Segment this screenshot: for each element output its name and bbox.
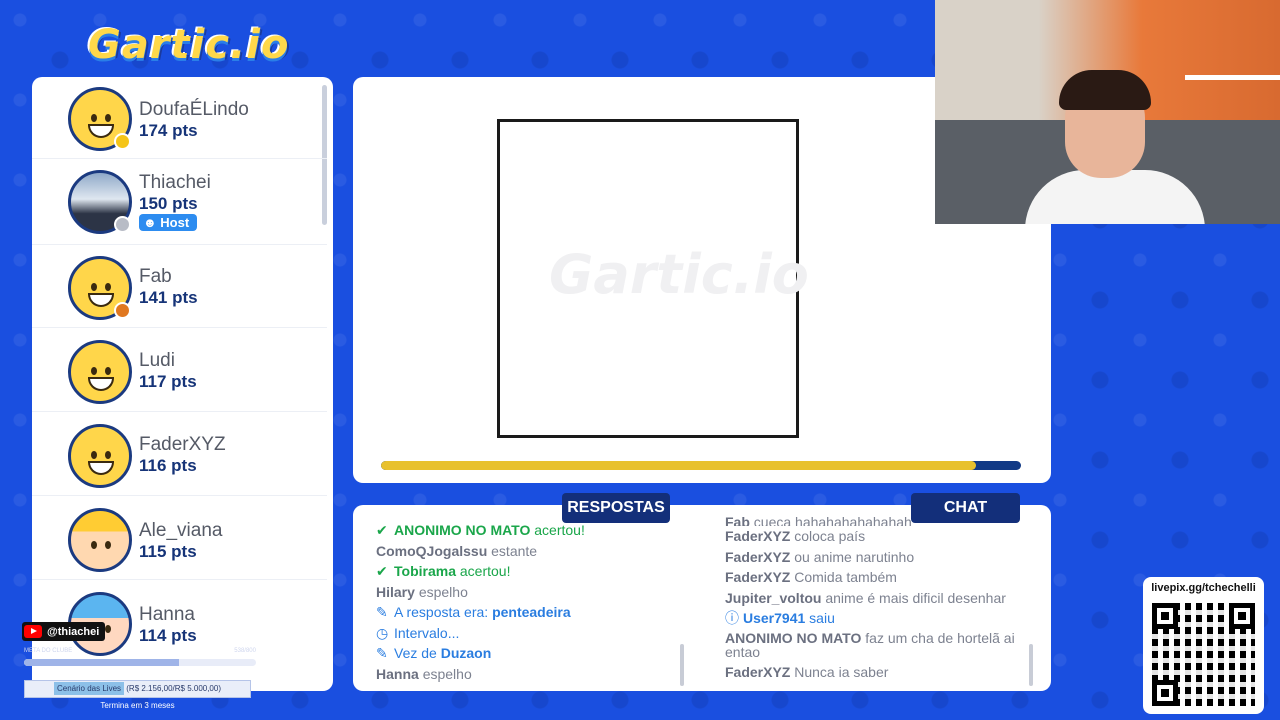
player-item[interactable]: DoufaÉLindo 174 pts (32, 77, 327, 159)
qr-code (1152, 603, 1255, 706)
webcam-feed (935, 0, 1280, 224)
youtube-handle-badge: @thiachei (22, 622, 106, 641)
answers-scrollbar[interactable] (680, 644, 684, 686)
check-icon: ✔ (376, 563, 388, 579)
pencil-icon: ✎ (376, 645, 388, 661)
player-name: Ale_viana (139, 520, 223, 541)
info-icon: ⓘ (725, 610, 739, 626)
chat-scrollbar[interactable] (1029, 644, 1033, 686)
status-dot (114, 133, 131, 150)
goal-value: (R$ 2.156,00/R$ 5.000,00) (126, 684, 221, 693)
player-points: 115 pts (139, 542, 197, 561)
chat-list: Fab cueca hahahahahahahah FaderXYZ coloc… (725, 514, 1025, 682)
livepix-qr-box: livepix.gg/tchechelli (1143, 577, 1264, 714)
list-item: FaderXYZ Comida também (725, 569, 897, 585)
player-points: 141 pts (139, 288, 198, 307)
player-points: 114 pts (139, 626, 197, 645)
player-name: FaderXYZ (139, 434, 226, 455)
list-item: ✔ ANONIMO NO MATO acertou! (376, 520, 676, 541)
list-item: ✔ Tobirama acertou! (376, 561, 676, 582)
clock-icon: ◷ (376, 624, 389, 641)
avatar (68, 508, 132, 572)
player-points: 117 pts (139, 372, 197, 391)
list-item: Jupiter_voltou anime é mais dificil dese… (725, 589, 1006, 606)
host-badge: ☻ Host (139, 214, 198, 231)
player-points: 150 pts (139, 194, 198, 213)
round-timer-fill (381, 461, 977, 470)
status-dot (114, 302, 131, 319)
pencil-icon: ✎ (376, 604, 388, 620)
canvas-watermark: Gartic.io (549, 243, 809, 306)
goal-meta-bar (24, 659, 256, 666)
list-item: Hanna espelho (376, 665, 472, 682)
list-item: FaderXYZ Nunca ia saber (725, 663, 889, 680)
list-item: ✎ A resposta era: penteadeira (376, 602, 676, 623)
list-item: ⓘ User7941 saiu (725, 608, 1025, 629)
list-item: ✎ Vez de Duzaon (376, 643, 676, 664)
donation-goal: Cenário das Lives (R$ 2.156,00/R$ 5.000,… (24, 680, 251, 698)
player-item[interactable]: Fab 141 pts (32, 246, 327, 328)
player-name: DoufaÉLindo (139, 99, 249, 120)
goal-meta-label: META DO CLUBE (24, 648, 73, 654)
qr-title: livepix.gg/tchechelli (1151, 582, 1256, 594)
player-points: 174 pts (139, 121, 198, 140)
player-name: Hanna (139, 604, 195, 625)
goal-label: Cenário das Lives (53, 682, 125, 695)
round-timer-bar (381, 461, 1021, 470)
status-dot (114, 216, 131, 233)
goal-meta-count: 538/800 (234, 648, 256, 654)
player-name: Fab (139, 266, 172, 287)
list-item: FaderXYZ ou anime narutinho (725, 548, 915, 565)
list-item: ANONIMO NO MATO faz um cha de hortelã ai… (725, 630, 1015, 659)
avatar (68, 340, 132, 404)
list-item: ◷ Intervalo... (376, 623, 676, 644)
player-item[interactable]: Ale_viana 115 pts (32, 498, 327, 580)
player-points: 116 pts (139, 456, 197, 475)
list-item: Hilary espelho (376, 583, 468, 600)
goal-end-text: Termina em 3 meses (100, 701, 175, 710)
goal-meta-row: META DO CLUBE 538/800 (24, 648, 256, 654)
list-item: FaderXYZ coloca país (725, 528, 866, 544)
youtube-icon (24, 625, 42, 638)
tab-answers[interactable]: RESPOSTAS (562, 493, 670, 523)
player-item[interactable]: Thiachei 150 pts (32, 160, 327, 245)
check-icon: ✔ (376, 522, 388, 538)
player-name: Thiachei (139, 172, 211, 193)
player-name: Ludi (139, 350, 175, 371)
list-item: Fab cueca hahahahahahahah (725, 514, 912, 526)
list-item: ComoQJogalssu estante (376, 542, 538, 559)
youtube-handle: @thiachei (47, 625, 100, 638)
avatar (68, 424, 132, 488)
players-panel: DoufaÉLindo 174 pts Thiachei 150 pts ☻ H… (32, 77, 333, 691)
gartic-logo: Gartic.io (88, 22, 290, 68)
answers-list: ✔ ANONIMO NO MATO acertou! ComoQJogalssu … (376, 520, 676, 684)
player-item[interactable]: Ludi 117 pts (32, 330, 327, 412)
player-item[interactable]: FaderXYZ 116 pts (32, 414, 327, 496)
